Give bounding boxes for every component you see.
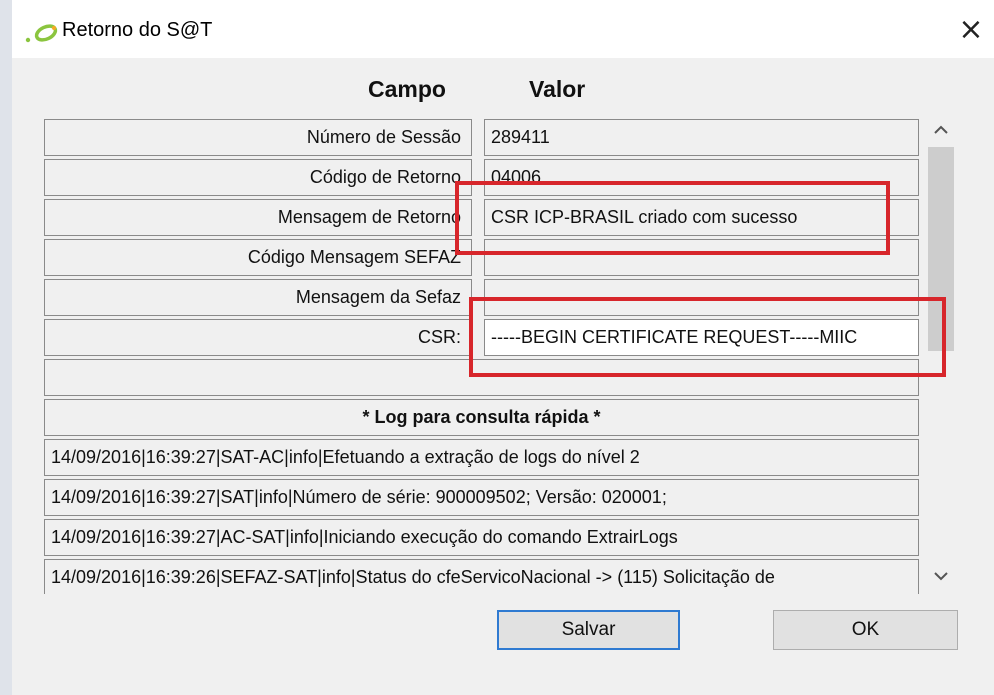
- scroll-up-arrow-icon[interactable]: [924, 117, 958, 145]
- field-label: Número de Sessão: [44, 119, 472, 156]
- title-bar: Retorno do S@T ×: [12, 0, 994, 58]
- empty-cell: [44, 359, 919, 396]
- log-line[interactable]: 14/09/2016|16:39:26|SEFAZ-SAT|info|Statu…: [44, 559, 919, 594]
- log-row: 14/09/2016|16:39:27|SAT|info|Número de s…: [44, 479, 919, 518]
- table-row: CSR: -----BEGIN CERTIFICATE REQUEST-----…: [44, 319, 919, 358]
- table-row: Código de Retorno 04006: [44, 159, 919, 198]
- log-line[interactable]: 14/09/2016|16:39:27|SAT-AC|info|Efetuand…: [44, 439, 919, 476]
- table-row-empty: [44, 359, 919, 398]
- field-value[interactable]: [484, 279, 919, 316]
- window-title: Retorno do S@T: [62, 19, 213, 41]
- column-header-campo: Campo: [368, 76, 446, 102]
- field-label: Código Mensagem SEFAZ: [44, 239, 472, 276]
- log-title: * Log para consulta rápida *: [44, 399, 919, 436]
- field-label: Código de Retorno: [44, 159, 472, 196]
- field-value[interactable]: 04006: [484, 159, 919, 196]
- close-button[interactable]: ×: [948, 8, 994, 52]
- save-button[interactable]: Salvar: [497, 610, 680, 650]
- scroll-down-arrow-icon[interactable]: [924, 563, 958, 591]
- dialog-window: Retorno do S@T × Campo Valor Número de S…: [12, 0, 994, 695]
- table-row: Número de Sessão 289411: [44, 119, 919, 158]
- field-label: Mensagem de Retorno: [44, 199, 472, 236]
- field-label: Mensagem da Sefaz: [44, 279, 472, 316]
- log-row: 14/09/2016|16:39:27|SAT-AC|info|Efetuand…: [44, 439, 919, 478]
- table-row: Código Mensagem SEFAZ: [44, 239, 919, 278]
- result-grid: Número de Sessão 289411 Código de Retorn…: [44, 117, 919, 594]
- log-row: 14/09/2016|16:39:27|AC-SAT|info|Iniciand…: [44, 519, 919, 558]
- log-row: 14/09/2016|16:39:26|SEFAZ-SAT|info|Statu…: [44, 559, 919, 594]
- field-value[interactable]: CSR ICP-BRASIL criado com sucesso: [484, 199, 919, 236]
- field-value[interactable]: 289411: [484, 119, 919, 156]
- log-line[interactable]: 14/09/2016|16:39:27|SAT|info|Número de s…: [44, 479, 919, 516]
- table-row: Mensagem de Retorno CSR ICP-BRASIL criad…: [44, 199, 919, 238]
- log-title-row: * Log para consulta rápida *: [44, 399, 919, 438]
- table-row: Mensagem da Sefaz: [44, 279, 919, 318]
- field-label: CSR:: [44, 319, 472, 356]
- ok-button[interactable]: OK: [773, 610, 958, 650]
- scroll-thumb[interactable]: [928, 147, 954, 351]
- vertical-scrollbar[interactable]: [924, 117, 958, 591]
- field-value[interactable]: [484, 239, 919, 276]
- log-line[interactable]: 14/09/2016|16:39:27|AC-SAT|info|Iniciand…: [44, 519, 919, 556]
- sat-app-icon: [25, 24, 58, 43]
- csr-value-input[interactable]: -----BEGIN CERTIFICATE REQUEST-----MIIC: [484, 319, 919, 356]
- column-header-valor: Valor: [529, 76, 586, 102]
